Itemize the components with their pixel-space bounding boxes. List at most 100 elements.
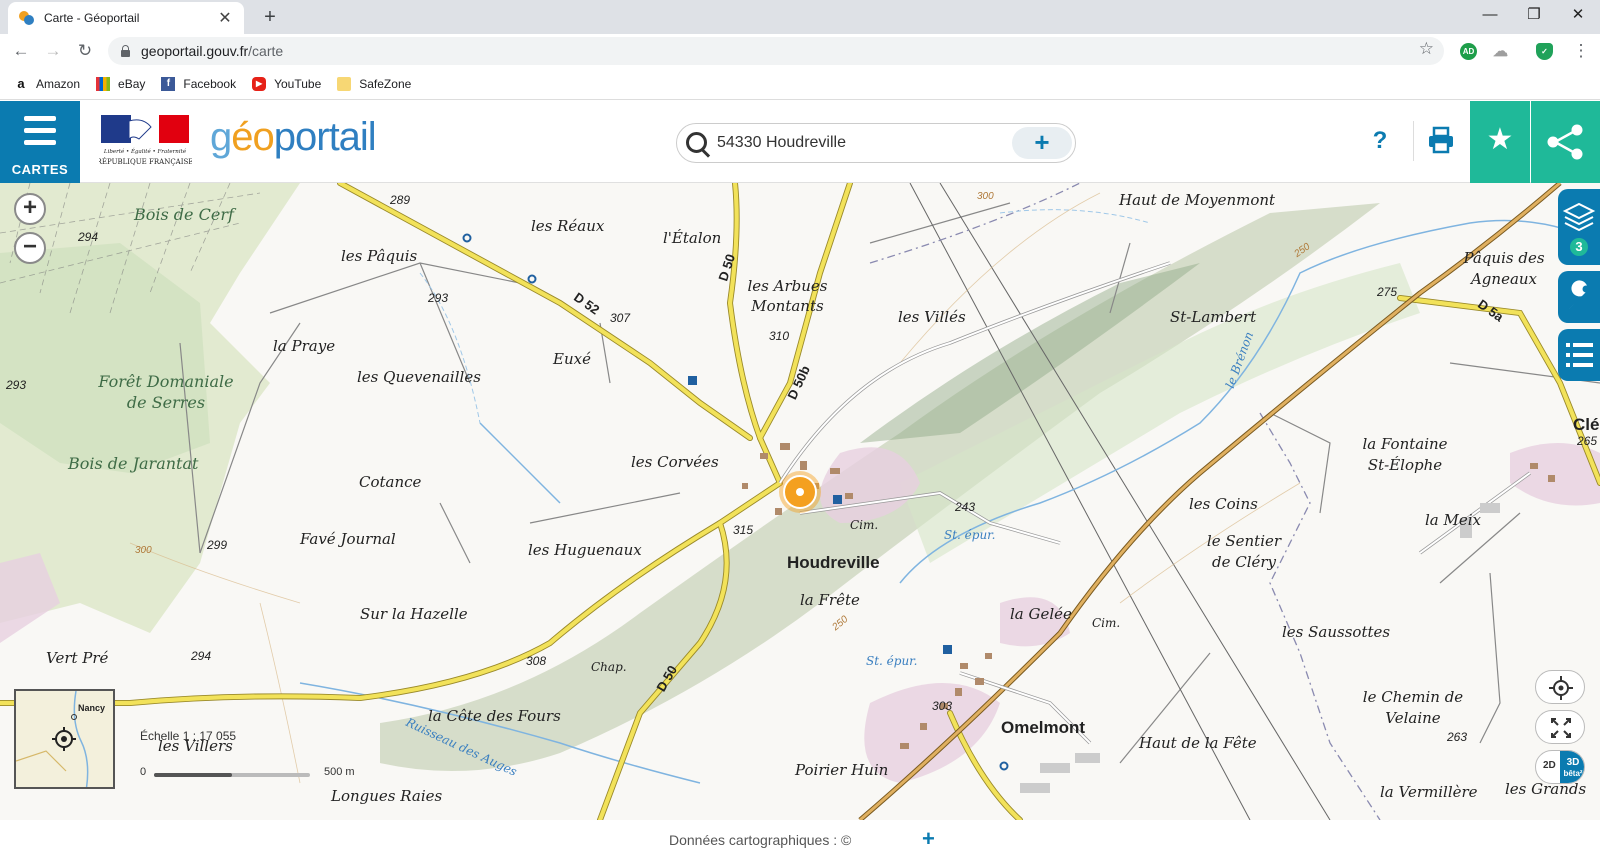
- map-label: la Frête: [800, 591, 860, 609]
- bookmark-amazon[interactable]: a Amazon: [14, 75, 80, 91]
- overview-target-icon: [52, 727, 76, 751]
- extension-ad-icon[interactable]: AD: [1460, 43, 1477, 60]
- view-mode-toggle[interactable]: 2D 3D bêta²: [1535, 750, 1585, 784]
- map-label: Cim.: [850, 518, 879, 532]
- bookmark-youtube[interactable]: ▶ YouTube: [252, 76, 321, 91]
- map-label: Cotance: [359, 473, 422, 491]
- map-label: les Quevenailles: [357, 368, 481, 386]
- bookmark-star-icon[interactable]: ☆: [1419, 39, 1434, 59]
- bookmark-safezone[interactable]: SafeZone: [337, 76, 411, 91]
- map-canvas[interactable]: Bois de Cerf les Pâquis les Réaux l'Étal…: [0, 183, 1600, 820]
- map-label: les Corvées: [631, 453, 719, 471]
- youtube-icon: ▶: [252, 76, 267, 91]
- extension-shield-icon[interactable]: ✓: [1536, 43, 1553, 60]
- zoom-out-button[interactable]: −: [14, 232, 46, 264]
- restore-icon[interactable]: ❐: [1512, 0, 1556, 32]
- search-icon[interactable]: [677, 124, 717, 162]
- map-label: Poirier Huin: [795, 761, 889, 779]
- tab-close-icon[interactable]: ✕: [216, 8, 234, 28]
- forward-icon[interactable]: →: [40, 38, 66, 64]
- search-input[interactable]: [717, 134, 1017, 152]
- new-tab-button[interactable]: +: [256, 4, 284, 30]
- layers-button[interactable]: 3: [1558, 189, 1600, 265]
- map-label: les Huguenaux: [528, 541, 642, 559]
- mode-3d-button[interactable]: 3D bêta²: [1560, 751, 1584, 783]
- geoportail-logo[interactable]: géoportail: [210, 115, 377, 160]
- altitude-label: 289: [390, 193, 411, 207]
- cartes-menu-button[interactable]: CARTES: [0, 101, 80, 183]
- hamburger-icon: [24, 116, 56, 146]
- extension-cloud-icon[interactable]: ☁: [1492, 43, 1509, 60]
- browser-menu-icon[interactable]: ⋮: [1568, 38, 1594, 64]
- facebook-icon: f: [161, 76, 176, 91]
- browser-tab[interactable]: Carte - Géoportail ✕: [8, 2, 244, 34]
- map-label: les Saussottes: [1282, 623, 1391, 641]
- minimize-icon[interactable]: —: [1468, 0, 1512, 32]
- scale-zero-label: 0: [140, 766, 147, 778]
- altitude-label: 315: [733, 523, 754, 537]
- republique-francaise-logo: Liberté • Égalité • Fraternité RÉPUBLIQU…: [97, 113, 193, 170]
- altitude-label: 263: [1447, 730, 1468, 744]
- attribution-expand-button[interactable]: +: [922, 826, 935, 852]
- altitude-label: 265: [1577, 434, 1598, 448]
- map-label: la Fontaine St-Élophe: [1362, 435, 1448, 474]
- map-label: Haut de la Fête: [1139, 734, 1257, 752]
- bookmark-ebay[interactable]: eBay: [96, 76, 145, 91]
- altitude-label: 293: [428, 291, 449, 305]
- search-bar: +: [676, 123, 1076, 163]
- map-label: la Vermillère: [1380, 783, 1478, 801]
- address-bar[interactable]: geoportail.gouv.fr/carte ☆: [108, 37, 1444, 65]
- browser-toolbar: ← → ↻ geoportail.gouv.fr/carte ☆ AD ☁ ✓ …: [0, 34, 1600, 68]
- water-label: St. épur.: [944, 528, 996, 542]
- altitude-label: 303: [932, 699, 953, 713]
- altitude-label: 299: [207, 538, 228, 552]
- altitude-label: 243: [955, 500, 976, 514]
- advanced-search-button[interactable]: +: [1012, 127, 1072, 159]
- map-label: les Pâquis: [341, 247, 418, 265]
- bookmarks-bar: a Amazon eBay f Facebook ▶ YouTube SafeZ…: [0, 68, 1600, 100]
- map-label: Forêt Domaniale de Serres: [98, 372, 234, 412]
- print-icon[interactable]: [1426, 125, 1456, 155]
- legend-list-button[interactable]: [1558, 329, 1600, 381]
- map-scale: Échelle 1 : 17 055 0 500 m: [140, 729, 355, 778]
- map-label: les Arbues Montants: [747, 277, 828, 315]
- altitude-label: 308: [526, 654, 547, 668]
- attribution-text: Données cartographiques : ©: [669, 832, 852, 848]
- favorites-star-icon[interactable]: ★: [1470, 101, 1530, 183]
- header-divider: [1413, 121, 1414, 161]
- window-close-icon[interactable]: ✕: [1556, 0, 1600, 32]
- map-label: Euxé: [553, 350, 591, 368]
- map-label: Sur la Hazelle: [360, 605, 468, 623]
- altitude-label: 293: [6, 378, 27, 392]
- map-label: Bois de Cerf: [134, 205, 234, 224]
- overview-city-label: Nancy: [78, 703, 106, 713]
- wrench-icon: [1569, 280, 1590, 309]
- scale-max-label: 500 m: [324, 766, 355, 778]
- ebay-icon: [96, 76, 111, 91]
- reload-icon[interactable]: ↻: [72, 38, 98, 64]
- zoom-in-button[interactable]: +: [14, 193, 46, 225]
- bookmark-facebook[interactable]: f Facebook: [161, 76, 236, 91]
- fullscreen-button[interactable]: [1535, 710, 1585, 744]
- map-label: la Côte des Fours: [428, 707, 561, 725]
- map-label: Bois de Jarantat: [68, 454, 199, 473]
- map-footer: Données cartographiques : © +: [0, 820, 1600, 860]
- lock-icon: [120, 44, 131, 58]
- share-icon[interactable]: [1531, 101, 1600, 183]
- amazon-icon: a: [17, 75, 25, 91]
- contour-label: 300: [135, 545, 152, 556]
- overview-minimap[interactable]: Nancy: [14, 689, 115, 789]
- map-label: la Praye: [273, 337, 336, 355]
- map-label: Cim.: [1092, 616, 1121, 630]
- back-icon[interactable]: ←: [8, 38, 34, 64]
- tools-button[interactable]: [1558, 271, 1600, 323]
- help-button[interactable]: ?: [1366, 123, 1394, 159]
- map-label: Vert Pré: [46, 649, 109, 667]
- folder-icon: [337, 76, 352, 91]
- expand-icon: [1551, 718, 1571, 738]
- water-label: St. épur.: [866, 654, 918, 668]
- mode-2d-button[interactable]: 2D: [1543, 760, 1556, 771]
- map-label: Chap.: [591, 660, 627, 674]
- contour-label: 300: [977, 191, 994, 202]
- geolocate-button[interactable]: [1535, 670, 1585, 704]
